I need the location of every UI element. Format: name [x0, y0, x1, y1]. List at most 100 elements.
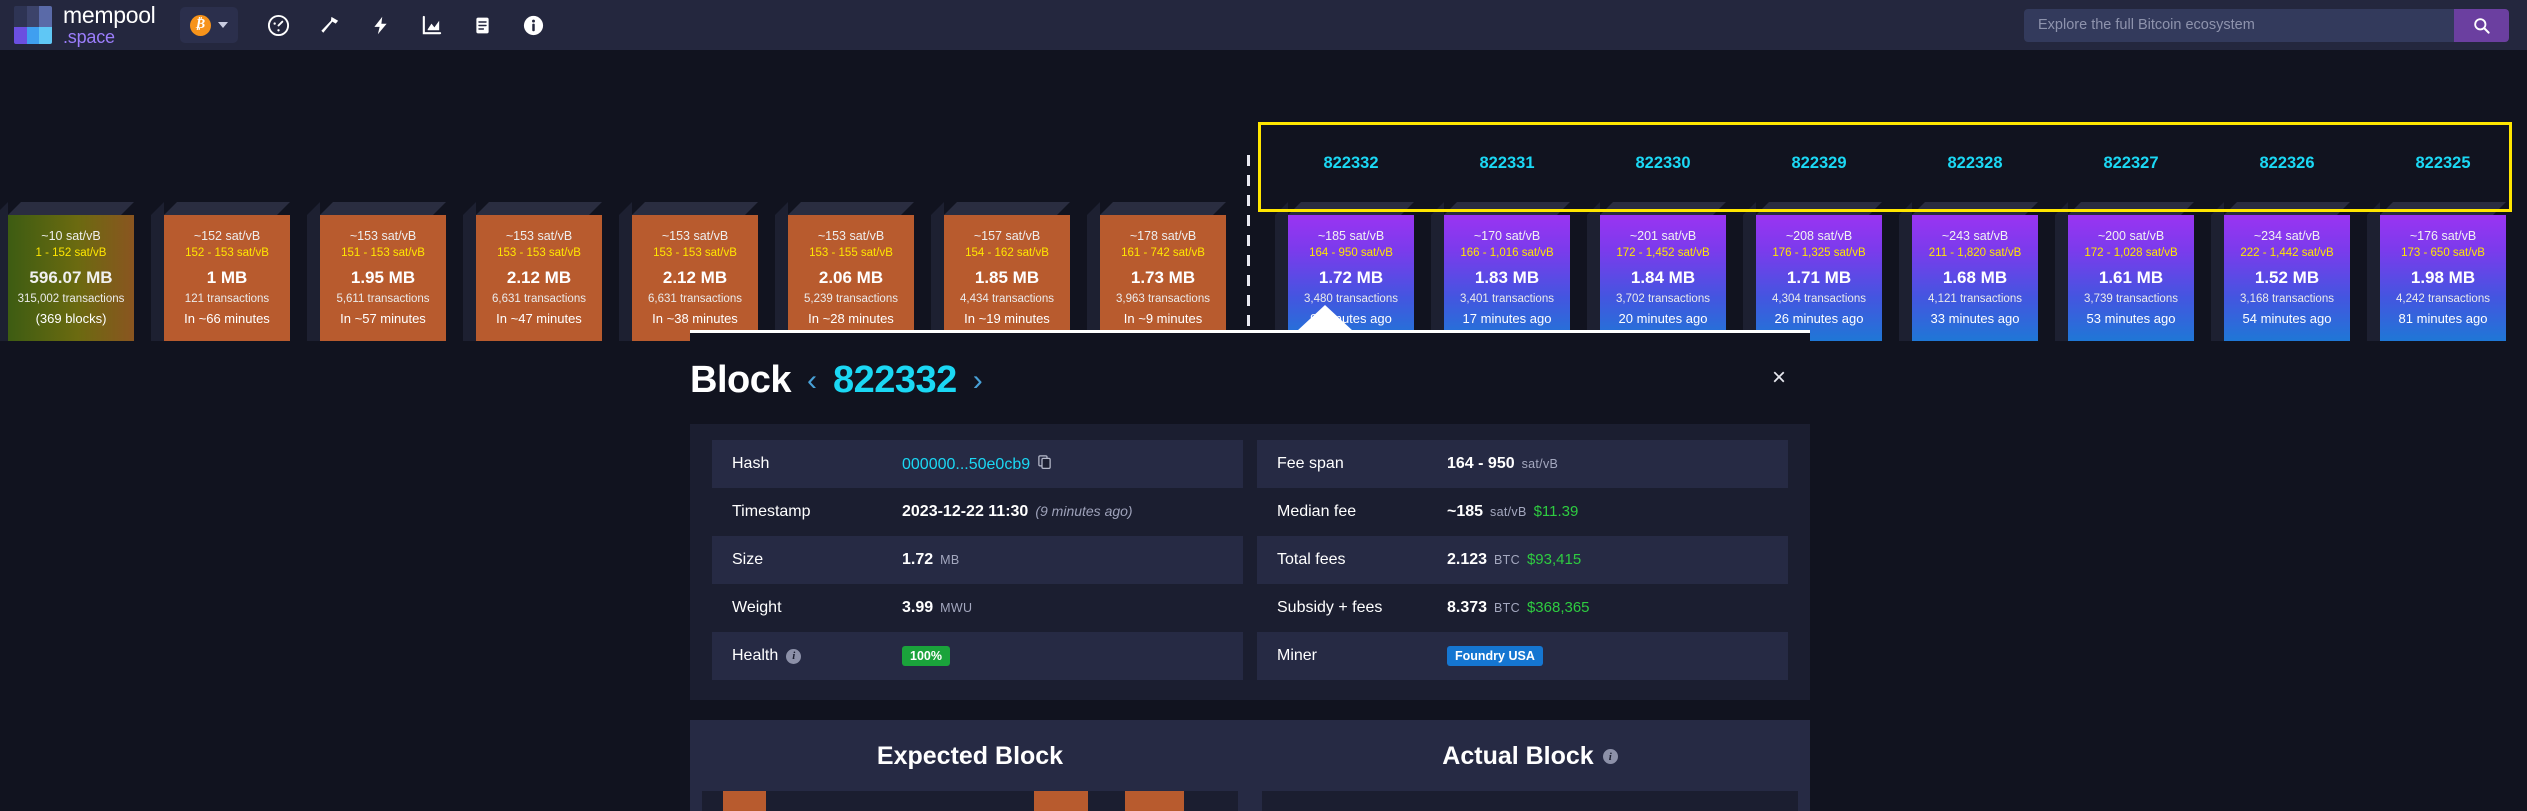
- block-top-face: [788, 202, 914, 215]
- block-side-face: [2211, 202, 2224, 341]
- row-unit: BTC: [1494, 553, 1520, 567]
- docs-icon[interactable]: [470, 12, 496, 38]
- prev-block-button[interactable]: ‹: [805, 365, 819, 396]
- block-side-face: [1431, 202, 1444, 341]
- logo[interactable]: mempool .space: [14, 3, 156, 46]
- block-fee-span: 173 - 650 sat/vB: [2401, 246, 2485, 259]
- table-row: Health i 100%: [712, 632, 1243, 680]
- actual-block-info-icon[interactable]: i: [1602, 749, 1618, 764]
- lightning-icon[interactable]: [368, 12, 394, 38]
- search-button[interactable]: [2454, 8, 2509, 42]
- block-fee-span: 152 - 153 sat/vB: [185, 246, 269, 259]
- block-median-fee: ~153 sat/vB: [817, 228, 885, 243]
- block-summary-table-right: Fee span 164 - 950 sat/vB Median fee ~185 sat…: [1257, 440, 1788, 680]
- mined-block-height[interactable]: 822331: [1444, 154, 1570, 173]
- mempool-block[interactable]: ~178 sat/vB 161 - 742 sat/vB 1.73 MB 3,963 …: [1087, 202, 1226, 341]
- block-top-face: [8, 202, 134, 215]
- row-value: ~185: [1447, 503, 1484, 520]
- block-side-face: [1275, 202, 1288, 341]
- block-median-fee: ~185 sat/vB: [1317, 228, 1385, 243]
- row-value: 164 - 950: [1447, 455, 1515, 472]
- row-value-cell: Foundry USA: [1447, 646, 1543, 666]
- block-fee-span: 164 - 950 sat/vB: [1309, 246, 1393, 259]
- about-icon[interactable]: [521, 12, 547, 38]
- mempool-block[interactable]: ~10 sat/vB 1 - 152 sat/vB 596.07 MB 315,002…: [0, 202, 134, 341]
- close-panel-button[interactable]: ×: [1766, 365, 1792, 391]
- mined-block[interactable]: ~200 sat/vB 172 - 1,028 sat/vB 1.61 MB 3,73…: [2055, 202, 2194, 341]
- block-median-fee: ~176 sat/vB: [2409, 228, 2477, 243]
- mined-block-height[interactable]: 822325: [2380, 154, 2506, 173]
- block-size: 2.12 MB: [506, 267, 572, 287]
- block-tx-count: 3,702 transactions: [1616, 293, 1710, 306]
- block-age: 26 minutes ago: [1774, 310, 1864, 326]
- row-value: 3.99: [902, 599, 934, 616]
- block-side-face: [619, 202, 632, 341]
- block-fee-span: 151 - 153 sat/vB: [341, 246, 425, 259]
- block-median-fee: ~178 sat/vB: [1129, 228, 1197, 243]
- block-detail-panel: Block ‹ 822332 › × Hash 000000...50e0cb9 T…: [690, 330, 1810, 700]
- block-age: 81 minutes ago: [2398, 310, 2488, 326]
- current-block-height[interactable]: 822332: [833, 359, 957, 402]
- mined-block[interactable]: ~201 sat/vB 172 - 1,452 sat/vB 1.84 MB 3,70…: [1587, 202, 1726, 341]
- block-median-fee: ~201 sat/vB: [1629, 228, 1697, 243]
- block-summary-table-left: Hash 000000...50e0cb9 Timestamp 2023-12-22 …: [712, 440, 1243, 680]
- mined-block-height[interactable]: 822328: [1912, 154, 2038, 173]
- table-row: Total fees 2.123 BTC $93,415: [1257, 536, 1788, 584]
- row-value-cell: 1.72 MB: [902, 551, 960, 569]
- block-size: 2.06 MB: [818, 267, 884, 287]
- mempool-block[interactable]: ~153 sat/vB 153 - 153 sat/vB 2.12 MB 6,631 …: [463, 202, 602, 341]
- mining-icon[interactable]: [317, 12, 343, 38]
- block-median-fee: ~200 sat/vB: [2097, 228, 2165, 243]
- block-fee-span: 222 - 1,442 sat/vB: [2240, 246, 2334, 259]
- block-tx-count: 315,002 transactions: [17, 293, 125, 306]
- miner-badge[interactable]: Foundry USA: [1447, 646, 1543, 666]
- row-value-cell: 2.123 BTC $93,415: [1447, 551, 1581, 569]
- row-label: Size: [732, 551, 764, 568]
- block-median-fee: ~153 sat/vB: [505, 228, 573, 243]
- block-top-face: [1600, 202, 1726, 215]
- network-selector-button[interactable]: ₿: [179, 7, 238, 43]
- dashboard-icon[interactable]: [266, 12, 292, 38]
- block-eta: (369 blocks): [35, 310, 107, 326]
- mined-block[interactable]: ~170 sat/vB 166 - 1,016 sat/vB 1.83 MB 3,40…: [1431, 202, 1570, 341]
- search-input[interactable]: [2024, 8, 2454, 42]
- actual-block-bar: [1262, 791, 1798, 811]
- block-size: 1 MB: [206, 267, 248, 287]
- page-title: Block: [690, 359, 791, 401]
- mined-block[interactable]: ~234 sat/vB 222 - 1,442 sat/vB 1.52 MB 3,16…: [2211, 202, 2350, 341]
- block-top-face: [1912, 202, 2038, 215]
- mined-block[interactable]: ~243 sat/vB 211 - 1,820 sat/vB 1.68 MB 4,12…: [1899, 202, 2038, 341]
- block-top-face: [944, 202, 1070, 215]
- row-label: Hash: [732, 455, 770, 472]
- mempool-block[interactable]: ~153 sat/vB 153 - 155 sat/vB 2.06 MB 5,239 …: [775, 202, 914, 341]
- health-info-icon[interactable]: i: [786, 648, 802, 664]
- mined-block-height[interactable]: 822330: [1600, 154, 1726, 173]
- mined-block[interactable]: ~176 sat/vB 173 - 650 sat/vB 1.98 MB 4,242 …: [2367, 202, 2506, 341]
- mempool-block[interactable]: ~153 sat/vB 153 - 153 sat/vB 2.12 MB 6,631 …: [619, 202, 758, 341]
- next-block-button[interactable]: ›: [971, 365, 985, 396]
- block-fee-span: 153 - 153 sat/vB: [497, 246, 581, 259]
- table-row: Subsidy + fees 8.373 BTC $368,365: [1257, 584, 1788, 632]
- mempool-block[interactable]: ~153 sat/vB 151 - 153 sat/vB 1.95 MB 5,611 …: [307, 202, 446, 341]
- copy-icon[interactable]: [1037, 454, 1053, 470]
- mined-block-height[interactable]: 822327: [2068, 154, 2194, 173]
- block-tx-count: 121 transactions: [184, 293, 270, 306]
- block-median-fee: ~10 sat/vB: [41, 228, 101, 243]
- block-hash-link[interactable]: 000000...50e0cb9: [902, 456, 1030, 474]
- mempool-block[interactable]: ~152 sat/vB 152 - 153 sat/vB 1 MB 121 trans…: [151, 202, 290, 341]
- mempool-block[interactable]: ~157 sat/vB 154 - 162 sat/vB 1.85 MB 4,434 …: [931, 202, 1070, 341]
- mempool-chain-divider: [1247, 155, 1250, 355]
- row-value-cell: 000000...50e0cb9: [902, 454, 1053, 474]
- graphs-icon[interactable]: [419, 12, 445, 38]
- mined-block-height[interactable]: 822329: [1756, 154, 1882, 173]
- row-label: Total fees: [1277, 551, 1346, 568]
- block-comparison-section: Expected Block Actual Block i: [690, 720, 1810, 811]
- mined-block-height[interactable]: 822326: [2224, 154, 2350, 173]
- block-median-fee: ~243 sat/vB: [1941, 228, 2009, 243]
- block-size: 1.68 MB: [1942, 267, 2008, 287]
- mined-block[interactable]: ~208 sat/vB 176 - 1,325 sat/vB 1.71 MB 4,30…: [1743, 202, 1882, 341]
- block-tx-count: 3,739 transactions: [2084, 293, 2178, 306]
- table-row: Fee span 164 - 950 sat/vB: [1257, 440, 1788, 488]
- table-row: Weight 3.99 MWU: [712, 584, 1243, 632]
- mined-block-height[interactable]: 822332: [1288, 154, 1414, 173]
